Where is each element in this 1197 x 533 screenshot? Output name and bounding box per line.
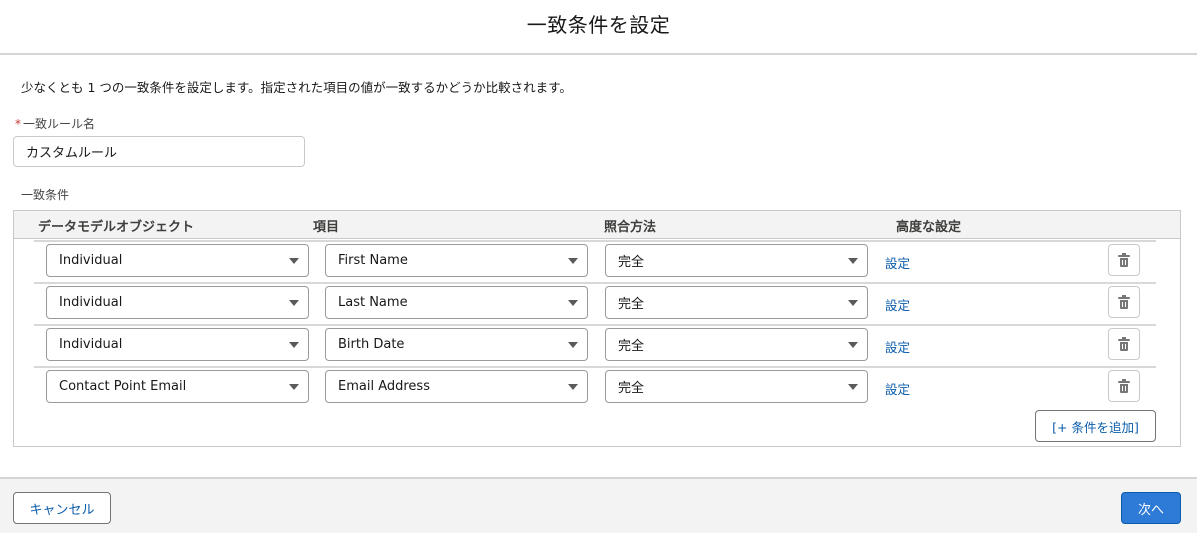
field-select[interactable]: Email Address: [325, 370, 588, 403]
object-select-value: Individual: [59, 253, 123, 268]
trash-icon: [1118, 378, 1130, 393]
method-select-value: 完全: [618, 381, 645, 396]
trash-icon: [1118, 294, 1130, 309]
caret-down-icon: [848, 300, 858, 306]
table-header: データモデルオブジェクト 項目 照合方法 高度な設定: [14, 211, 1180, 239]
row-divider: [34, 282, 1156, 284]
next-button[interactable]: 次へ: [1121, 492, 1181, 524]
caret-down-icon: [568, 342, 578, 348]
field-select[interactable]: First Name: [325, 244, 588, 277]
condition-row: Individual Last Name 完全 設定: [14, 282, 1180, 324]
caret-down-icon: [568, 258, 578, 264]
caret-down-icon: [848, 342, 858, 348]
delete-condition-button[interactable]: [1108, 370, 1140, 402]
caret-down-icon: [568, 384, 578, 390]
caret-down-icon: [848, 384, 858, 390]
method-select-value: 完全: [618, 297, 645, 312]
row-divider: [34, 366, 1156, 368]
field-select-value: First Name: [338, 253, 408, 268]
modal-title: 一致条件を設定: [526, 13, 671, 37]
delete-condition-button[interactable]: [1108, 328, 1140, 360]
column-header-advanced: 高度な設定: [896, 220, 962, 235]
advanced-settings-link[interactable]: 設定: [885, 379, 910, 398]
object-select[interactable]: Contact Point Email: [46, 370, 309, 403]
object-select[interactable]: Individual: [46, 286, 309, 319]
cancel-button[interactable]: キャンセル: [13, 492, 111, 524]
advanced-settings-link[interactable]: 設定: [885, 337, 910, 356]
caret-down-icon: [289, 342, 299, 348]
caret-down-icon: [289, 258, 299, 264]
delete-condition-button[interactable]: [1108, 286, 1140, 318]
caret-down-icon: [289, 300, 299, 306]
method-select-value: 完全: [618, 255, 645, 270]
delete-condition-button[interactable]: [1108, 244, 1140, 276]
object-select-value: Individual: [59, 295, 123, 310]
field-select[interactable]: Last Name: [325, 286, 588, 319]
trash-icon: [1118, 252, 1130, 267]
object-select-value: Individual: [59, 337, 123, 352]
caret-down-icon: [289, 384, 299, 390]
rule-name-label: * 一致ルール名: [15, 115, 95, 132]
condition-row: Contact Point Email Email Address 完全 設定: [14, 366, 1180, 408]
field-select-value: Last Name: [338, 295, 408, 310]
intro-text: 少なくとも 1 つの一致条件を設定します。指定された項目の値が一致するかどうか比…: [21, 80, 572, 95]
row-divider: [34, 324, 1156, 326]
conditions-table: データモデルオブジェクト 項目 照合方法 高度な設定 Individual Fi…: [13, 210, 1181, 447]
add-condition-button[interactable]: [+ 条件を追加]: [1035, 410, 1156, 442]
column-header-field: 項目: [313, 220, 340, 235]
modal-header: 一致条件を設定: [0, 0, 1197, 55]
advanced-settings-link[interactable]: 設定: [885, 253, 910, 272]
column-header-object: データモデルオブジェクト: [38, 220, 195, 235]
modal-footer: キャンセル 次へ: [0, 477, 1197, 533]
field-select-value: Email Address: [338, 379, 430, 394]
trash-icon: [1118, 336, 1130, 351]
column-header-method: 照合方法: [604, 220, 657, 235]
field-select[interactable]: Birth Date: [325, 328, 588, 361]
object-select[interactable]: Individual: [46, 244, 309, 277]
method-select[interactable]: 完全: [605, 328, 868, 361]
conditions-label: 一致条件: [21, 188, 70, 202]
condition-row: Individual First Name 完全 設定: [14, 240, 1180, 282]
caret-down-icon: [568, 300, 578, 306]
method-select[interactable]: 完全: [605, 286, 868, 319]
condition-row: Individual Birth Date 完全 設定: [14, 324, 1180, 366]
advanced-settings-link[interactable]: 設定: [885, 295, 910, 314]
object-select-value: Contact Point Email: [59, 379, 187, 394]
method-select[interactable]: 完全: [605, 370, 868, 403]
rule-name-label-text: 一致ルール名: [23, 117, 96, 131]
object-select[interactable]: Individual: [46, 328, 309, 361]
field-select-value: Birth Date: [338, 337, 405, 352]
required-indicator: *: [15, 117, 21, 131]
method-select-value: 完全: [618, 339, 645, 354]
rule-name-input[interactable]: [13, 136, 305, 167]
caret-down-icon: [848, 258, 858, 264]
method-select[interactable]: 完全: [605, 244, 868, 277]
row-divider: [34, 240, 1156, 242]
